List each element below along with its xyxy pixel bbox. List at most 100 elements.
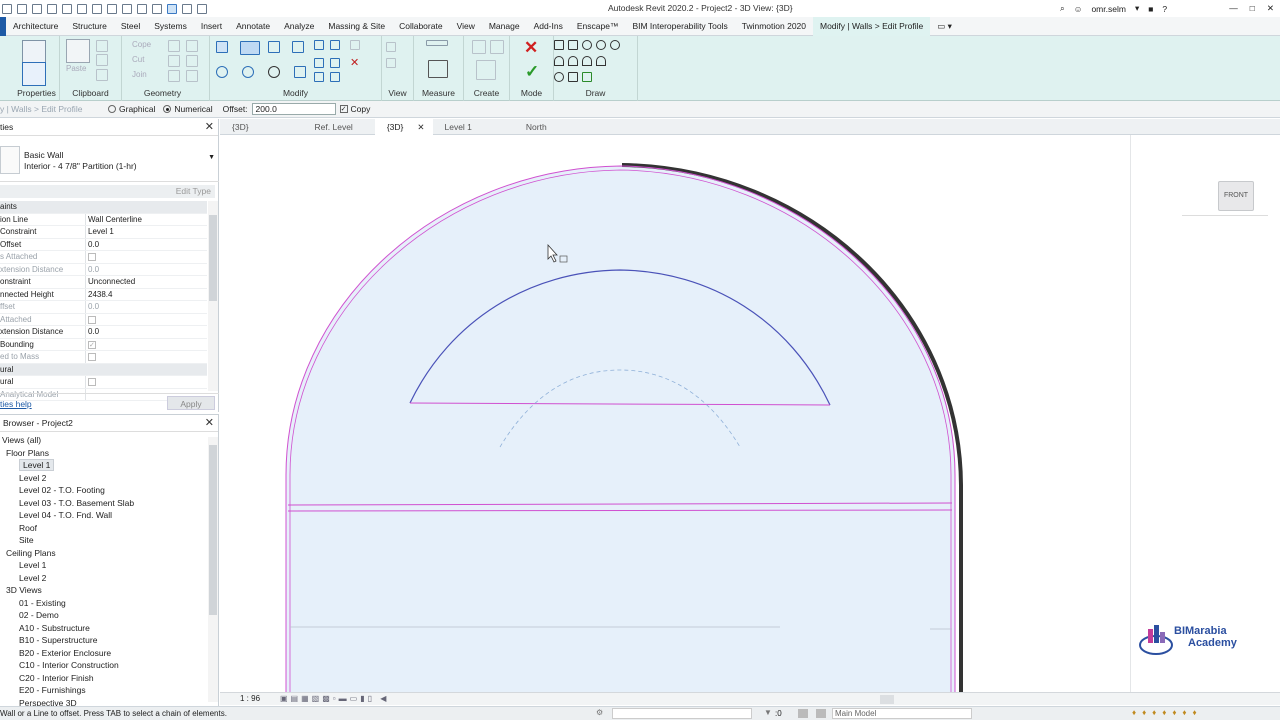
polygon-icon[interactable] — [582, 40, 592, 50]
browser-item[interactable]: Level 03 - T.O. Basement Slab — [0, 497, 206, 510]
start-end-arc-icon[interactable] — [554, 56, 564, 66]
rectangle-icon[interactable] — [568, 40, 578, 50]
trim-icon[interactable] — [330, 72, 340, 82]
tab-enscape[interactable]: Enscape™ — [570, 17, 626, 36]
tab-structure[interactable]: Structure — [65, 17, 114, 36]
view-tab-3d-active[interactable]: {3D} ✕ — [374, 118, 433, 135]
paste-icon[interactable] — [66, 39, 90, 63]
tab-twinmotion[interactable]: Twinmotion 2020 — [735, 17, 813, 36]
split-icon[interactable] — [314, 40, 324, 50]
properties-group-header[interactable]: ural — [0, 363, 207, 376]
thin-lines-icon[interactable] — [167, 3, 177, 14]
property-value[interactable]: Unconnected — [86, 276, 207, 288]
close-properties-icon[interactable]: ✕ — [205, 119, 214, 136]
switch-windows-icon[interactable] — [197, 3, 207, 14]
create-similar-icon[interactable] — [476, 60, 496, 80]
property-value[interactable]: ✓ — [86, 339, 207, 351]
tab-view[interactable]: View — [450, 17, 482, 36]
open-icon[interactable] — [2, 3, 12, 14]
user-name[interactable]: omr.selm — [1091, 4, 1125, 14]
horizontal-scroll-thumb[interactable] — [880, 695, 894, 704]
browser-item[interactable]: C10 - Interior Construction — [0, 659, 206, 672]
edit-type-button[interactable]: Edit Type — [176, 186, 211, 196]
type-properties-icon[interactable] — [22, 40, 46, 64]
browser-item[interactable]: Level 02 - T.O. Footing — [0, 484, 206, 497]
numerical-radio[interactable]: Numerical — [163, 104, 213, 114]
tab-collaborate[interactable]: Collaborate — [392, 17, 449, 36]
move-icon[interactable] — [216, 66, 228, 78]
trim-extend-icon[interactable] — [294, 66, 306, 78]
undo-icon[interactable] — [47, 3, 57, 14]
hide-element-icon[interactable] — [386, 42, 396, 52]
dimension-icon[interactable] — [107, 3, 117, 14]
close-hidden-icon[interactable] — [182, 3, 192, 14]
type-selector[interactable]: Basic Wall Interior - 4 7/8" Partition (… — [0, 138, 219, 182]
close-browser-icon[interactable]: ✕ — [205, 415, 214, 432]
view-control-icons[interactable]: ▣▤▦▧▩▫▬▭▮▯ ◀ — [280, 694, 389, 703]
tab-systems[interactable]: Systems — [147, 17, 194, 36]
line-icon[interactable] — [554, 40, 564, 50]
properties-icon[interactable] — [22, 62, 46, 86]
tab-add-ins[interactable]: Add-Ins — [527, 17, 570, 36]
property-checkbox[interactable]: ✓ — [88, 340, 96, 349]
user-icon[interactable]: ☺ — [1074, 4, 1083, 14]
filter-icon[interactable]: ▼ — [764, 708, 772, 717]
circle-icon[interactable] — [610, 40, 620, 50]
browser-scrollbar[interactable] — [208, 437, 218, 702]
create-group-icon[interactable] — [472, 40, 486, 54]
property-value[interactable]: 0.0 — [86, 239, 207, 251]
geometry-tool-3-icon[interactable] — [168, 55, 180, 67]
dimension-tool-icon[interactable] — [428, 60, 448, 78]
ellipse-icon[interactable] — [554, 72, 564, 82]
tab-bim-interoperability[interactable]: BIM Interoperability Tools — [625, 17, 734, 36]
geometry-tool-1-icon[interactable] — [168, 40, 180, 52]
browser-item[interactable]: Site — [0, 534, 206, 547]
tab-steel[interactable]: Steel — [114, 17, 147, 36]
measure-icon[interactable] — [92, 3, 102, 14]
create-assembly-icon[interactable] — [490, 40, 504, 54]
partial-ellipse-icon[interactable] — [568, 72, 578, 82]
cart-icon[interactable]: ■ — [1148, 4, 1153, 14]
tab-massing-site[interactable]: Massing & Site — [321, 17, 392, 36]
copy-icon[interactable] — [242, 66, 254, 78]
search-icon[interactable]: ⌕ — [1060, 3, 1065, 14]
browser-item[interactable]: 01 - Existing — [0, 597, 206, 610]
browser-group[interactable]: Views (all) — [0, 434, 206, 447]
view-scale[interactable]: 1 : 96 — [240, 694, 260, 703]
close-window-icon[interactable]: ✕ — [1267, 3, 1274, 14]
property-value[interactable]: 2438.4 — [86, 289, 207, 301]
editable-only-icon[interactable] — [816, 709, 826, 718]
worksharing-icon[interactable]: ⚙ — [596, 708, 603, 717]
property-checkbox[interactable] — [88, 378, 96, 386]
browser-item[interactable]: 02 - Demo — [0, 609, 206, 622]
finish-edit-icon[interactable]: ✓ — [525, 62, 539, 82]
property-checkbox[interactable] — [88, 315, 96, 324]
cancel-edit-icon[interactable]: ✕ — [524, 38, 538, 58]
browser-group[interactable]: Floor Plans — [0, 447, 206, 460]
mirror-axis-icon[interactable] — [268, 41, 280, 53]
browser-item[interactable]: B10 - Superstructure — [0, 634, 206, 647]
drawing-canvas[interactable]: FRONT BIMarabia Academy — [220, 135, 1280, 692]
browser-item[interactable]: Level 1 — [0, 559, 206, 572]
chevron-down-icon[interactable]: ▾ — [1135, 3, 1139, 14]
property-value[interactable]: 0.0 — [86, 301, 207, 313]
mirror-draw-icon[interactable] — [292, 41, 304, 53]
3d-view-icon[interactable] — [137, 3, 147, 14]
geometry-tool-6-icon[interactable] — [186, 70, 198, 82]
override-graphics-icon[interactable] — [386, 58, 396, 68]
scale-icon[interactable] — [314, 72, 324, 82]
apply-button[interactable]: Apply — [167, 396, 215, 410]
fillet-arc-icon[interactable] — [596, 56, 606, 66]
help-icon[interactable]: ? — [1162, 4, 1167, 14]
geometry-tool-5-icon[interactable] — [168, 70, 180, 82]
tab-insert[interactable]: Insert — [194, 17, 229, 36]
restore-icon[interactable]: □ — [1250, 3, 1255, 14]
viewcube[interactable]: FRONT — [1218, 181, 1254, 211]
type-dropdown-icon[interactable]: ▼ — [208, 154, 215, 161]
browser-item[interactable]: Level 04 - T.O. Fnd. Wall — [0, 509, 206, 522]
rotate-icon[interactable] — [268, 66, 280, 78]
browser-item[interactable]: C20 - Interior Finish — [0, 672, 206, 685]
tab-manage[interactable]: Manage — [482, 17, 527, 36]
geometry-tool-4-icon[interactable] — [186, 55, 198, 67]
property-value[interactable] — [86, 351, 207, 363]
